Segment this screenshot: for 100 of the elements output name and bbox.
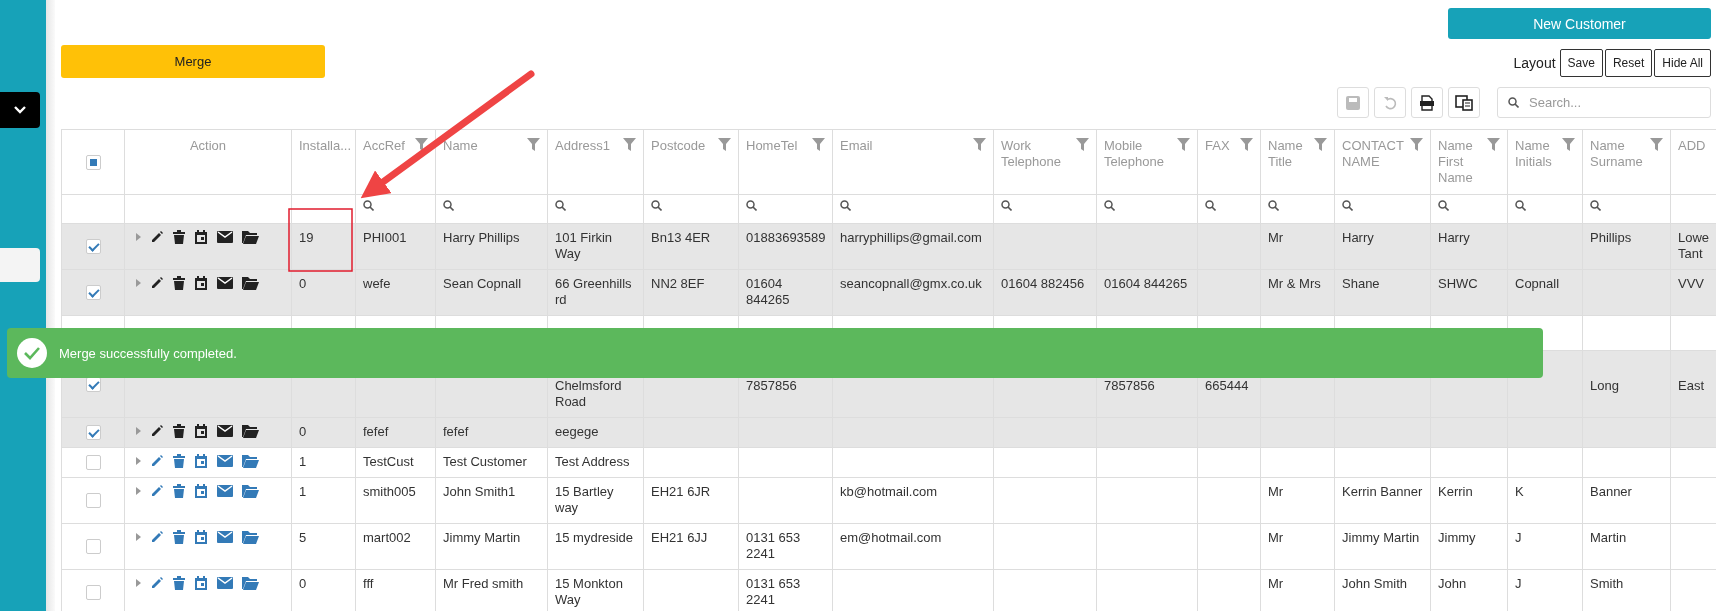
filter-icon[interactable] bbox=[1177, 138, 1190, 151]
search-icon[interactable] bbox=[443, 200, 454, 211]
filter-icon[interactable] bbox=[812, 138, 825, 151]
search-icon[interactable] bbox=[840, 200, 851, 211]
filter-icon[interactable] bbox=[623, 138, 636, 151]
table-cell: 15 Bartley way bbox=[555, 484, 614, 516]
expand-caret-icon[interactable] bbox=[136, 457, 141, 466]
row-checkbox[interactable] bbox=[85, 455, 101, 471]
table-cell: kb@hotmail.com bbox=[840, 484, 937, 500]
column-chooser-icon[interactable] bbox=[1455, 94, 1473, 111]
search-icon[interactable] bbox=[363, 200, 374, 211]
table-cell: harryphillips@gmail.com bbox=[840, 230, 982, 245]
column-header[interactable]: Address1 bbox=[555, 138, 610, 154]
row-checkbox[interactable] bbox=[85, 539, 101, 555]
table-cell: fefef bbox=[443, 424, 469, 439]
row-checkbox[interactable] bbox=[85, 425, 101, 441]
pencil-icon[interactable] bbox=[150, 424, 164, 438]
table-cell: 01604 882456 bbox=[1001, 276, 1085, 291]
row-checkbox[interactable] bbox=[85, 239, 101, 255]
column-header[interactable]: Postcode bbox=[651, 138, 706, 154]
search-icon[interactable] bbox=[555, 200, 566, 211]
table-cell: 0 bbox=[299, 424, 307, 439]
layout-button[interactable]: Reset bbox=[1604, 49, 1653, 77]
search-icon[interactable] bbox=[1205, 200, 1216, 211]
search-icon[interactable] bbox=[1001, 200, 1012, 211]
merge-button[interactable]: Merge bbox=[61, 45, 325, 78]
search-icon[interactable] bbox=[651, 200, 662, 211]
search-icon[interactable] bbox=[1438, 200, 1449, 211]
column-header[interactable]: Action bbox=[189, 138, 227, 153]
new-customer-button[interactable]: New Customer bbox=[1448, 8, 1711, 39]
search-icon[interactable] bbox=[1515, 200, 1526, 211]
column-header[interactable]: HomeTel bbox=[746, 138, 798, 154]
folder-icon[interactable] bbox=[242, 424, 259, 438]
expand-caret-icon[interactable] bbox=[136, 487, 141, 496]
toolbar-button[interactable] bbox=[1448, 87, 1480, 118]
table-cell: K bbox=[1515, 484, 1524, 500]
column-header[interactable]: FAX bbox=[1205, 138, 1230, 154]
calendar-icon[interactable] bbox=[194, 230, 208, 244]
calendar-icon[interactable] bbox=[194, 276, 208, 290]
table-cell: 15 mydreside bbox=[555, 530, 634, 546]
layout-button[interactable]: Hide All bbox=[1654, 49, 1711, 77]
column-header[interactable]: Email bbox=[840, 138, 873, 154]
table-cell: 0 bbox=[299, 276, 307, 291]
search-field[interactable]: Search... bbox=[1497, 87, 1711, 118]
filter-icon[interactable] bbox=[415, 138, 428, 151]
table-cell: J bbox=[1515, 576, 1522, 592]
table-cell: Shane bbox=[1342, 276, 1380, 291]
search-icon[interactable] bbox=[1590, 200, 1601, 211]
trash-icon[interactable] bbox=[173, 276, 185, 290]
envelope-icon[interactable] bbox=[217, 231, 233, 243]
table-cell: EH21 6JR bbox=[651, 484, 711, 500]
table-cell: SHWC bbox=[1438, 276, 1478, 291]
filter-icon[interactable] bbox=[1076, 138, 1089, 151]
table-cell: East bbox=[1678, 378, 1704, 393]
select-all-checkbox[interactable] bbox=[85, 155, 101, 171]
table-cell: 01883693589 bbox=[746, 230, 826, 245]
envelope-icon[interactable] bbox=[217, 425, 233, 437]
filter-icon[interactable] bbox=[1314, 138, 1327, 151]
table-cell: VVV bbox=[1678, 276, 1704, 291]
search-icon[interactable] bbox=[1342, 200, 1353, 211]
dropdown-button[interactable] bbox=[0, 92, 40, 128]
chevron-down-icon[interactable] bbox=[14, 106, 26, 114]
search-icon[interactable] bbox=[1508, 97, 1519, 108]
filter-icon[interactable] bbox=[718, 138, 731, 151]
pencil-icon[interactable] bbox=[150, 276, 164, 290]
row-checkbox[interactable] bbox=[85, 585, 101, 601]
envelope-icon[interactable] bbox=[217, 277, 233, 289]
table-cell: fefef bbox=[363, 424, 389, 439]
search-icon[interactable] bbox=[1268, 200, 1279, 211]
filter-icon[interactable] bbox=[527, 138, 540, 151]
row-checkbox[interactable] bbox=[85, 493, 101, 509]
filter-icon[interactable] bbox=[1410, 138, 1423, 151]
expand-caret-icon[interactable] bbox=[136, 579, 141, 588]
table-cell: Kerrin Banner bbox=[1342, 484, 1423, 500]
layout-button[interactable]: Save bbox=[1559, 49, 1603, 77]
filter-icon[interactable] bbox=[1240, 138, 1253, 151]
table-cell: 19 bbox=[299, 230, 314, 245]
toolbar-button[interactable] bbox=[1411, 87, 1443, 118]
table-cell: 66 Greenhills rd bbox=[555, 276, 632, 307]
expand-caret-icon[interactable] bbox=[136, 533, 141, 542]
pencil-icon[interactable] bbox=[150, 230, 164, 244]
folder-icon[interactable] bbox=[242, 276, 259, 290]
column-header[interactable]: AccRef bbox=[363, 138, 405, 154]
trash-icon[interactable] bbox=[173, 230, 185, 244]
calendar-icon[interactable] bbox=[194, 424, 208, 438]
table-cell: 0 bbox=[299, 576, 307, 592]
table-cell: eegege bbox=[555, 424, 599, 439]
folder-icon[interactable] bbox=[242, 230, 259, 244]
filter-icon[interactable] bbox=[1650, 138, 1663, 151]
table-cell: Mr bbox=[1268, 484, 1284, 500]
filter-icon[interactable] bbox=[1562, 138, 1575, 151]
column-header[interactable]: Name bbox=[443, 138, 478, 154]
filter-icon[interactable] bbox=[1487, 138, 1500, 151]
column-header[interactable]: ADD bbox=[1678, 138, 1706, 153]
filter-icon[interactable] bbox=[973, 138, 986, 151]
trash-icon[interactable] bbox=[173, 424, 185, 438]
column-header[interactable]: Installa... bbox=[299, 138, 352, 153]
row-checkbox[interactable] bbox=[85, 285, 101, 301]
search-icon[interactable] bbox=[746, 200, 757, 211]
search-icon[interactable] bbox=[1104, 200, 1115, 211]
